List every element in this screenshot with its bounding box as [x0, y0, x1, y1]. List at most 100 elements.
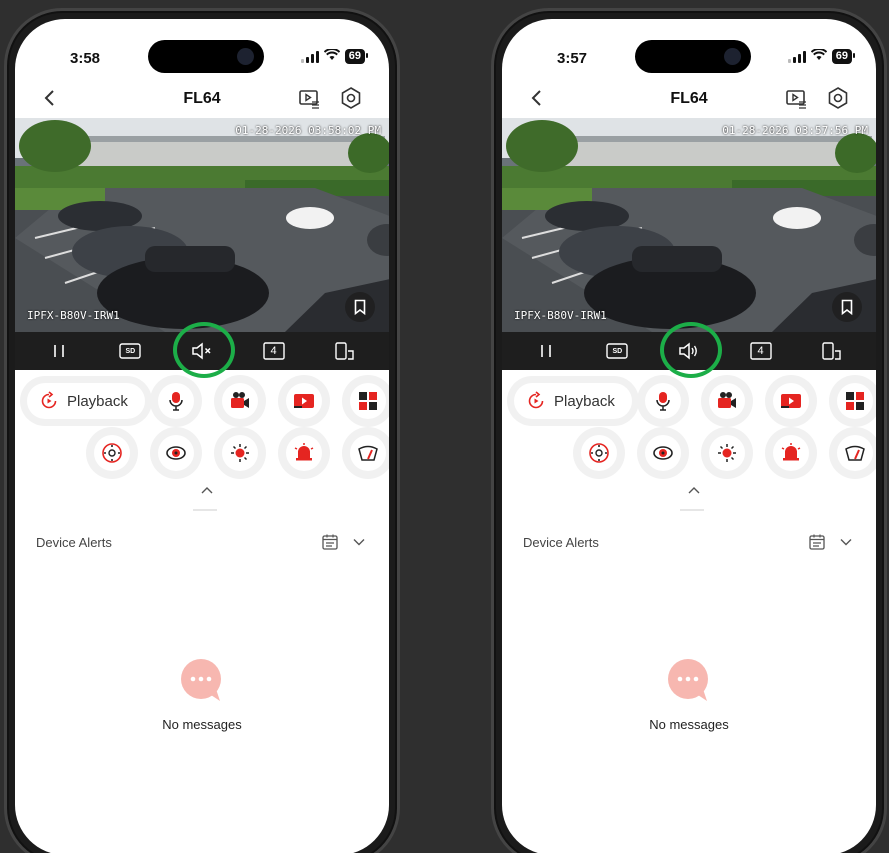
cell-signal-icon	[300, 50, 319, 63]
split-screen-button[interactable]: 4	[260, 337, 288, 365]
live-video-feed[interactable]: 01-28-2026 03:57:56 PM IPFX-B80V-IRW1	[502, 118, 876, 332]
chevron-down-icon[interactable]	[838, 534, 854, 550]
divider	[193, 509, 217, 511]
ptz-button[interactable]	[94, 435, 130, 471]
wiper-icon	[358, 445, 378, 461]
quality-button[interactable]: SD	[116, 337, 144, 365]
eye-icon	[653, 446, 673, 460]
message-bubble-icon	[667, 659, 711, 703]
eye-icon	[166, 446, 186, 460]
phone-frame-right: 3:57 69 FL64 01-28-2026 03:57:56 PM IPFX…	[491, 8, 887, 853]
record-button[interactable]	[709, 383, 745, 419]
settings-gear-icon[interactable]	[826, 86, 850, 110]
record-button[interactable]	[222, 383, 258, 419]
talk-button[interactable]	[158, 383, 194, 419]
empty-state: No messages	[15, 659, 389, 732]
highlight-circle-audio	[660, 322, 722, 378]
light-button[interactable]	[709, 435, 745, 471]
nav-bar: FL64	[15, 79, 389, 119]
device-alerts-header: Device Alerts	[502, 531, 876, 561]
no-messages-text: No messages	[162, 717, 242, 732]
quality-label: SD	[125, 347, 136, 355]
page-title: FL64	[670, 90, 708, 107]
quality-button[interactable]: SD	[603, 337, 631, 365]
microphone-icon	[169, 392, 183, 411]
rotate-screen-icon	[335, 342, 354, 360]
live-video-feed[interactable]: 01-28-2026 03:58:02 PM IPFX-B80V-IRW1	[15, 118, 389, 332]
video-timestamp: 01-28-2026 03:58:02 PM	[235, 124, 381, 137]
wiper-button[interactable]	[350, 435, 386, 471]
talk-button[interactable]	[645, 383, 681, 419]
status-time: 3:58	[70, 50, 101, 67]
device-alerts-header: Device Alerts	[15, 531, 389, 561]
parking-lot-scene	[15, 118, 389, 332]
alarm-icon	[294, 443, 314, 461]
playback-list-icon[interactable]	[297, 86, 321, 110]
pause-icon	[53, 345, 64, 357]
alarm-icon	[781, 443, 801, 461]
chevron-down-icon[interactable]	[351, 534, 367, 550]
dynamic-island	[635, 40, 751, 73]
collapse-panel-handle[interactable]	[15, 485, 389, 515]
ptz-icon	[102, 443, 122, 463]
multi-view-button[interactable]	[350, 383, 386, 419]
rotate-screen-icon	[822, 342, 841, 360]
calendar-icon[interactable]	[808, 533, 826, 551]
wifi-icon	[810, 48, 827, 64]
multi-view-icon	[846, 392, 864, 410]
wiper-button[interactable]	[837, 435, 873, 471]
nav-bar: FL64	[502, 79, 876, 119]
playback-icon	[528, 391, 544, 409]
highlight-circle-audio	[173, 322, 235, 378]
split-count: 4	[270, 345, 277, 357]
snapshot-play-icon	[294, 394, 314, 408]
alarm-button[interactable]	[773, 435, 809, 471]
wiper-icon	[845, 445, 865, 461]
device-alerts-title: Device Alerts	[523, 535, 599, 550]
playback-button[interactable]: Playback	[514, 383, 632, 419]
wifi-icon	[323, 48, 340, 64]
eye-button[interactable]	[645, 435, 681, 471]
split-screen-button[interactable]: 4	[747, 337, 775, 365]
playback-label: Playback	[67, 392, 128, 410]
multi-view-button[interactable]	[837, 383, 873, 419]
light-icon	[718, 444, 736, 462]
alarm-button[interactable]	[286, 435, 322, 471]
collapse-panel-handle[interactable]	[502, 485, 876, 515]
snapshot-button[interactable]	[286, 383, 322, 419]
phone-screen: 3:58 69 FL64 01-28-2026 03:58:02 PM IPFX…	[15, 19, 389, 853]
pause-button[interactable]	[45, 337, 73, 365]
snapshot-play-icon	[781, 394, 801, 408]
snapshot-button[interactable]	[773, 383, 809, 419]
light-button[interactable]	[222, 435, 258, 471]
rotate-fullscreen-button[interactable]	[331, 337, 359, 365]
no-messages-text: No messages	[649, 717, 729, 732]
playback-label: Playback	[554, 392, 615, 410]
battery-indicator: 69	[344, 49, 369, 64]
playback-list-icon[interactable]	[784, 86, 808, 110]
video-record-icon	[718, 392, 736, 408]
function-panel: Playback	[502, 375, 876, 485]
phone-frame-left: 3:58 69 FL64 01-28-2026 03:58:02 PM IPFX…	[4, 8, 400, 853]
battery-indicator: 69	[831, 49, 856, 64]
eye-button[interactable]	[158, 435, 194, 471]
playback-button[interactable]: Playback	[27, 383, 145, 419]
camera-label: IPFX-B80V-IRW1	[514, 309, 607, 322]
cell-signal-icon	[787, 50, 806, 63]
playback-icon	[41, 391, 57, 409]
bookmark-button[interactable]	[832, 292, 862, 322]
ptz-button[interactable]	[581, 435, 617, 471]
bookmark-button[interactable]	[345, 292, 375, 322]
rotate-fullscreen-button[interactable]	[818, 337, 846, 365]
empty-state: No messages	[502, 659, 876, 732]
ptz-icon	[589, 443, 609, 463]
divider	[680, 509, 704, 511]
camera-label: IPFX-B80V-IRW1	[27, 309, 120, 322]
status-time: 3:57	[557, 50, 588, 67]
settings-gear-icon[interactable]	[339, 86, 363, 110]
page-title: FL64	[183, 90, 221, 107]
microphone-icon	[656, 392, 670, 411]
calendar-icon[interactable]	[321, 533, 339, 551]
status-bar: 3:58 69	[15, 19, 389, 79]
pause-button[interactable]	[532, 337, 560, 365]
